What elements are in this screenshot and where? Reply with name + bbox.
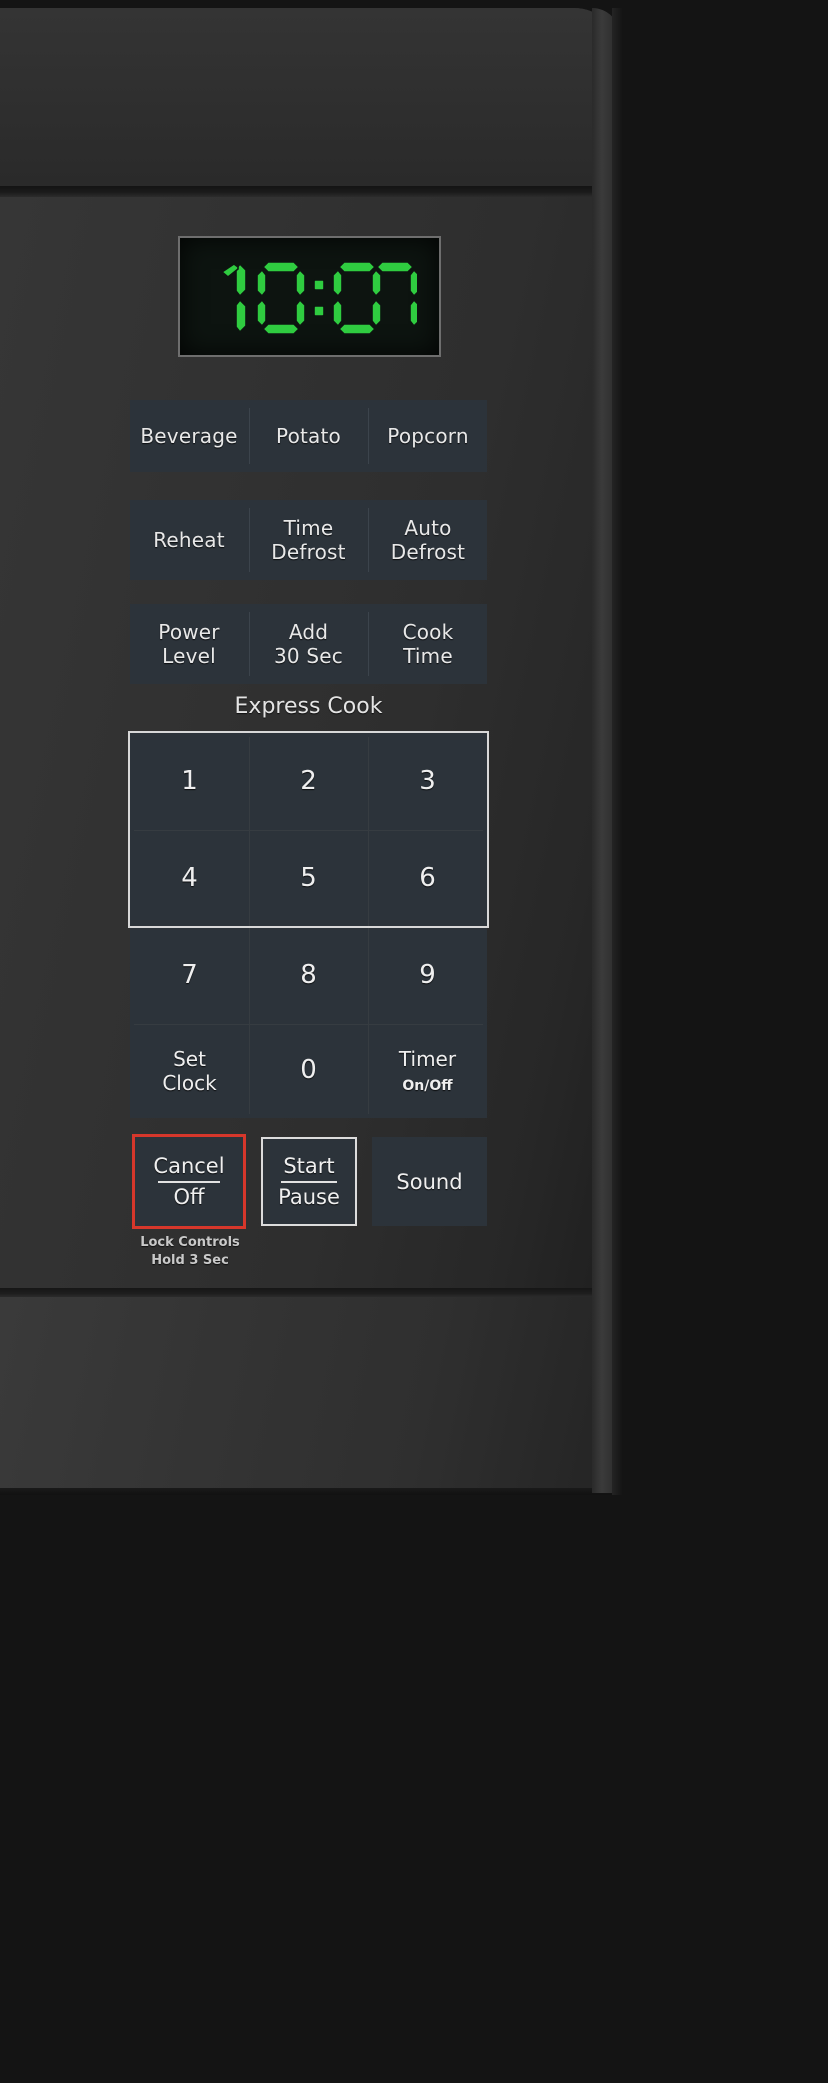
timer-line1: Timer xyxy=(398,1047,457,1071)
popcorn-label: Popcorn xyxy=(387,423,469,448)
key-9-label: 9 xyxy=(419,959,436,990)
add-30-sec-button[interactable]: Add 30 Sec xyxy=(250,604,367,684)
power-level-button[interactable]: Power Level xyxy=(130,604,248,684)
beverage-button[interactable]: Beverage xyxy=(130,400,248,472)
auto-defrost-label: Auto Defrost xyxy=(391,516,465,565)
cook-time-line1: Cook xyxy=(402,619,454,644)
function-row-1: Beverage Potato Popcorn xyxy=(130,400,487,472)
key-5[interactable]: 5 xyxy=(249,830,368,927)
key-9[interactable]: 9 xyxy=(368,927,487,1024)
led-clock-display: 10:07 xyxy=(178,236,441,357)
cancel-label: Cancel xyxy=(153,1154,225,1178)
key-4-label: 4 xyxy=(181,862,198,893)
seven-segment-clock xyxy=(220,260,417,335)
key-0-label: 0 xyxy=(300,1055,317,1086)
digit-0-first xyxy=(256,260,306,335)
power-level-label: Power Level xyxy=(158,620,219,669)
lock-controls-line2: Hold 3 Sec xyxy=(151,1252,229,1268)
key-5-label: 5 xyxy=(300,862,317,893)
add-30-sec-line2: 30 Sec xyxy=(273,644,343,668)
reheat-label: Reheat xyxy=(153,527,225,552)
beverage-label: Beverage xyxy=(140,423,238,448)
potato-button[interactable]: Potato xyxy=(250,400,367,472)
popcorn-button[interactable]: Popcorn xyxy=(369,400,487,472)
function-row-2: Reheat Time Defrost Auto Defrost xyxy=(130,500,487,580)
power-level-line1: Power xyxy=(158,619,220,644)
key-6[interactable]: 6 xyxy=(368,830,487,927)
key-1-label: 1 xyxy=(181,765,198,796)
express-cook-keypad: 1 2 3 4 5 6 7 8 9 Set Clock 0 Timer On/O… xyxy=(130,733,487,1118)
cook-time-button[interactable]: Cook Time xyxy=(369,604,487,684)
digit-0-second xyxy=(332,260,382,335)
start-pause-button[interactable]: Start Pause xyxy=(261,1137,357,1226)
reheat-button[interactable]: Reheat xyxy=(130,500,248,580)
key-3[interactable]: 3 xyxy=(368,733,487,830)
lower-body-band xyxy=(0,1297,618,1493)
cook-time-line2: Time xyxy=(403,644,453,668)
time-defrost-line2: Defrost xyxy=(271,540,346,564)
clock-colon xyxy=(313,278,325,317)
digit-7 xyxy=(375,260,417,327)
time-defrost-line1: Time xyxy=(283,515,334,540)
screenshot-root: 10:07 Beverage Potato Popcorn Reheat Tim… xyxy=(0,0,828,2083)
key-3-label: 3 xyxy=(419,765,436,796)
key-8[interactable]: 8 xyxy=(249,927,368,1024)
express-cook-label: Express Cook xyxy=(234,694,383,719)
off-label: Off xyxy=(173,1185,205,1209)
key-2[interactable]: 2 xyxy=(249,733,368,830)
key-2-label: 2 xyxy=(300,765,317,796)
cancel-off-button[interactable]: Cancel Off xyxy=(132,1134,246,1229)
upper-body-band xyxy=(0,8,620,186)
key-7[interactable]: 7 xyxy=(130,927,249,1024)
panel-seam-top xyxy=(0,186,618,197)
sound-label: Sound xyxy=(396,1169,463,1194)
body-side-wall xyxy=(612,8,622,1495)
set-clock-label: Set Clock xyxy=(162,1047,216,1095)
function-row-3: Power Level Add 30 Sec Cook Time xyxy=(130,604,487,684)
cancel-divider-rule xyxy=(158,1181,220,1183)
add-30-sec-label: Add 30 Sec xyxy=(274,620,343,669)
auto-defrost-button[interactable]: Auto Defrost xyxy=(369,500,487,580)
auto-defrost-line2: Defrost xyxy=(390,540,466,564)
key-4[interactable]: 4 xyxy=(130,830,249,927)
sound-button[interactable]: Sound xyxy=(372,1137,487,1226)
key-1[interactable]: 1 xyxy=(130,733,249,830)
cook-time-label: Cook Time xyxy=(403,620,454,669)
time-defrost-button[interactable]: Time Defrost xyxy=(250,500,367,580)
lock-controls-note: Lock Controls Hold 3 Sec xyxy=(120,1234,260,1269)
timer-label: Timer On/Off xyxy=(399,1047,456,1095)
set-clock-line2: Clock xyxy=(162,1071,217,1095)
lock-controls-line1: Lock Controls xyxy=(140,1235,240,1250)
time-defrost-label: Time Defrost xyxy=(271,516,345,565)
timer-on-off-button[interactable]: Timer On/Off xyxy=(368,1024,487,1118)
key-7-label: 7 xyxy=(181,959,198,990)
lower-body-seam xyxy=(0,1488,618,1495)
pause-label: Pause xyxy=(278,1185,340,1209)
panel-seam-bottom xyxy=(0,1288,618,1297)
set-clock-line1: Set xyxy=(173,1047,206,1071)
key-8-label: 8 xyxy=(300,959,317,990)
key-0[interactable]: 0 xyxy=(249,1024,368,1118)
timer-line2: On/Off xyxy=(402,1078,453,1094)
power-level-line2: Level xyxy=(162,644,216,668)
potato-label: Potato xyxy=(276,423,341,448)
auto-defrost-line1: Auto xyxy=(404,515,452,540)
set-clock-button[interactable]: Set Clock xyxy=(130,1024,249,1118)
add-30-sec-line1: Add xyxy=(288,619,329,644)
start-label: Start xyxy=(283,1154,335,1178)
key-6-label: 6 xyxy=(419,862,436,893)
digit-1 xyxy=(220,262,247,333)
start-divider-rule xyxy=(281,1181,337,1183)
